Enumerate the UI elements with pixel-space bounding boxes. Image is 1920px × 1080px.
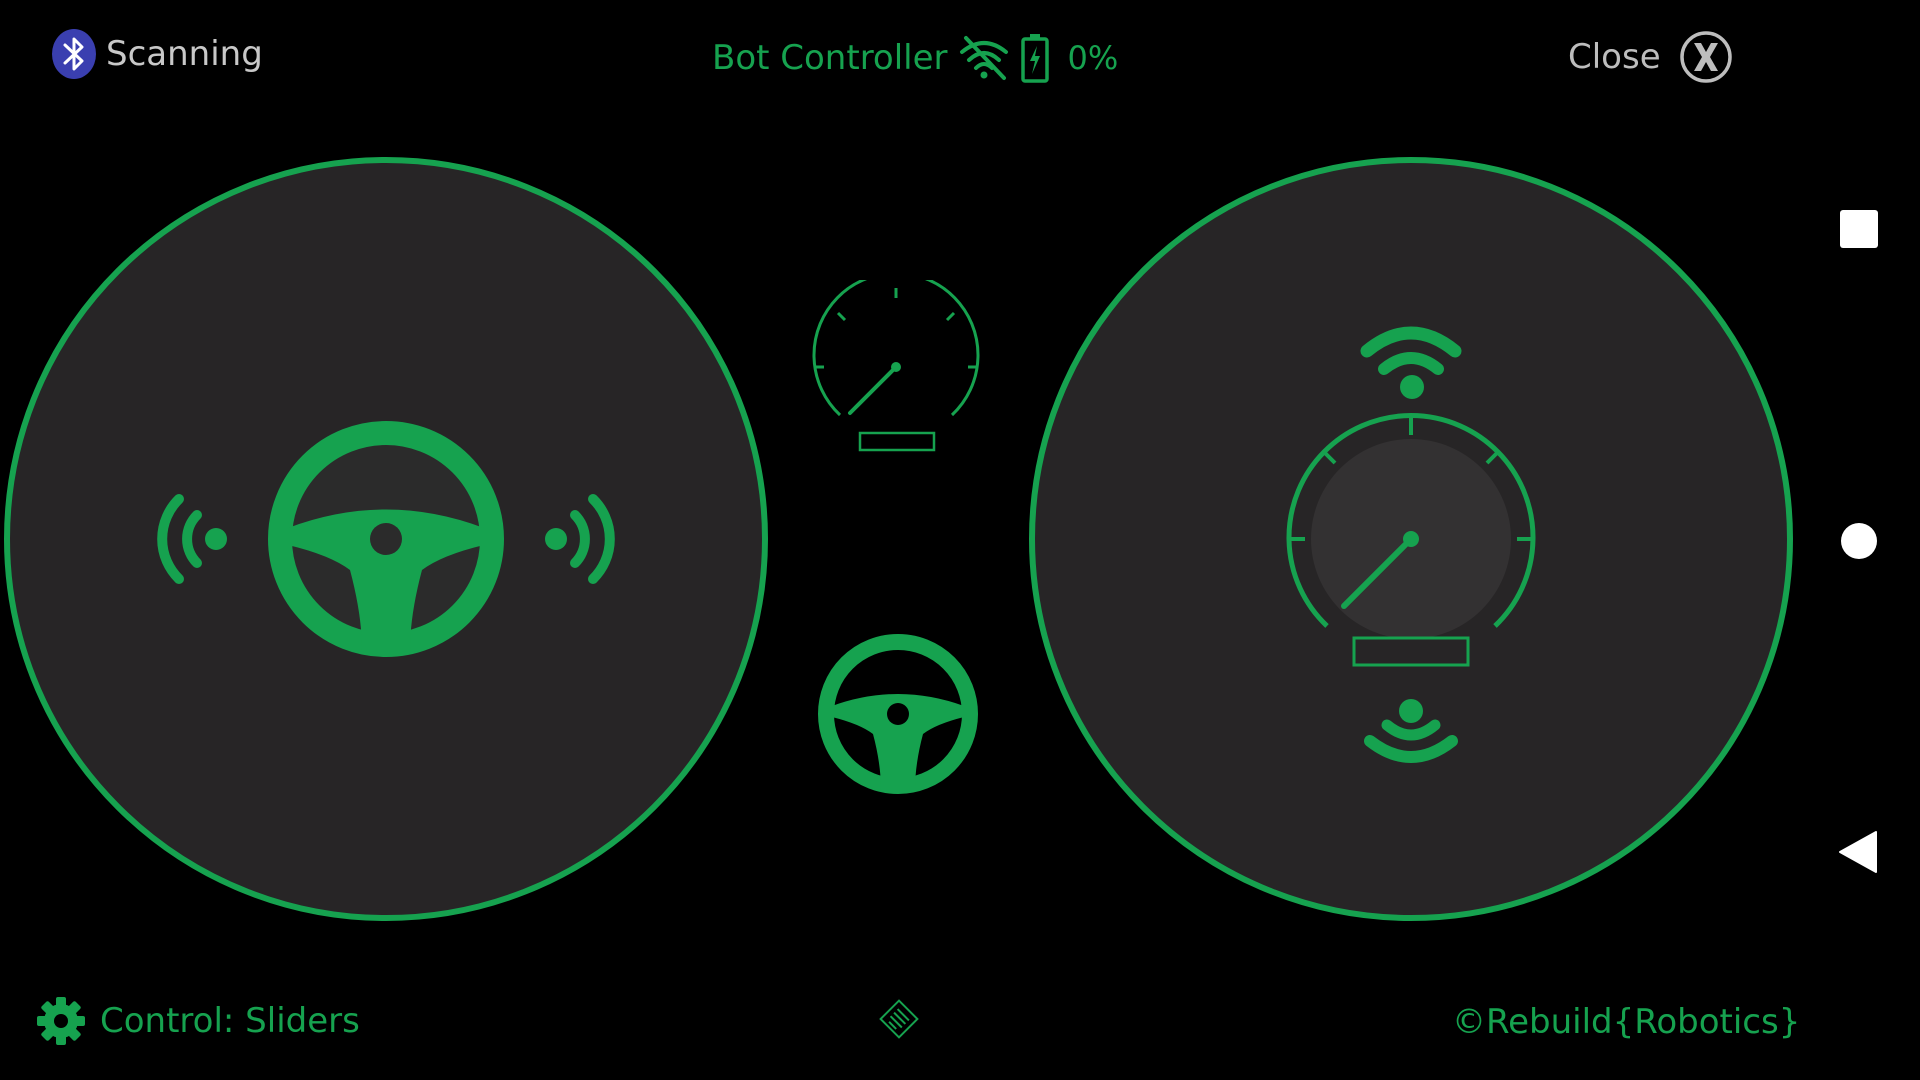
copyright-label: ©Rebuild{Robotics} [1452, 1002, 1801, 1042]
header: Bot Controller 0% [712, 32, 1118, 84]
wifi-off-icon [959, 36, 1008, 80]
recents-square-icon[interactable] [1840, 210, 1878, 248]
control-mode-label: Control: Sliders [100, 1001, 360, 1041]
app-title: Bot Controller [712, 38, 948, 78]
close-x-icon [1679, 31, 1732, 83]
control-mode-button[interactable]: Control: Sliders [36, 996, 360, 1046]
sign-icon [879, 999, 919, 1039]
steering-pad[interactable] [2, 155, 770, 923]
steering-wheel-mini-icon [818, 634, 978, 794]
bluetooth-icon [52, 29, 96, 79]
battery-level: 0% [1067, 39, 1119, 77]
sign-icon-button[interactable] [874, 994, 924, 1044]
close-button[interactable]: Close [1568, 30, 1733, 84]
connection-status-label: Scanning [106, 34, 263, 74]
speed-mode-button[interactable] [810, 280, 982, 456]
steering-mode-button[interactable] [812, 628, 984, 800]
home-circle-icon[interactable] [1841, 523, 1877, 559]
speedometer-mini-icon [812, 280, 980, 452]
gear-icon [37, 997, 85, 1045]
throttle-pad[interactable] [1027, 155, 1795, 923]
battery-charging-icon [1020, 34, 1049, 83]
app-screen: Scanning Bot Controller 0% Close Control… [0, 0, 1920, 1080]
steering-wheel-icon [268, 421, 504, 657]
connection-status[interactable]: Scanning [50, 28, 263, 80]
back-triangle-icon[interactable] [1838, 830, 1878, 874]
close-label: Close [1568, 37, 1661, 77]
